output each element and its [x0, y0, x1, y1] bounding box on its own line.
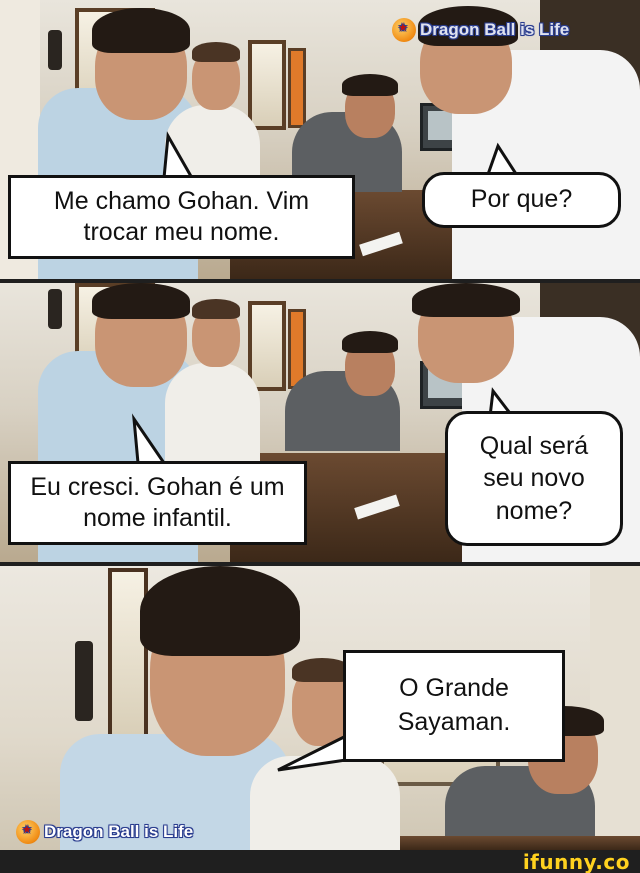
watermark: Dragon Ball is Life — [392, 18, 569, 42]
seated-man-hair — [342, 331, 398, 353]
speech-bubble: Me chamo Gohan. Vim trocar meu nome. — [8, 175, 355, 259]
speech-bubble: Eu cresci. Gohan é um nome infantil. — [8, 461, 307, 545]
wall-lamp — [75, 641, 93, 721]
young-man-hair — [192, 42, 240, 62]
orange-window-pane — [288, 48, 306, 128]
speech-text: O Grande Sayaman. — [397, 674, 511, 736]
comic-panel-2: Eu cresci. Gohan é um nome infantil. Qua… — [0, 283, 640, 562]
dragon-ball-icon — [392, 18, 416, 42]
speech-bubble: Por que? — [422, 172, 621, 228]
watermark: Dragon Ball is Life — [16, 820, 193, 844]
speech-bubble-tail — [277, 733, 348, 772]
gohan-hair — [92, 283, 190, 319]
window — [248, 40, 286, 130]
watermark-text: Dragon Ball is Life — [420, 20, 570, 39]
young-man-hair — [192, 299, 240, 319]
dragon-ball-icon — [16, 820, 40, 844]
speech-bubble: Qual será seu novo nome? — [445, 411, 623, 546]
speech-text: Eu cresci. Gohan é um nome infantil. — [30, 472, 285, 532]
wall-lamp — [48, 30, 62, 70]
young-man-shirt — [165, 363, 260, 463]
clerk-hair — [412, 283, 520, 317]
window — [248, 301, 286, 391]
speech-text: Me chamo Gohan. Vim trocar meu nome. — [53, 186, 310, 246]
speech-bubble-tail — [131, 413, 167, 465]
counter — [400, 836, 640, 850]
gohan-hair — [140, 566, 300, 656]
speech-text: Por que? — [470, 185, 573, 214]
wall-lamp — [48, 289, 62, 329]
speech-bubble: O Grande Sayaman. — [343, 650, 565, 762]
speech-text: Qual será seu novo nome? — [479, 431, 589, 525]
gohan-hair — [92, 8, 190, 53]
speech-bubble-tail — [162, 131, 195, 180]
watermark-text: Dragon Ball is Life — [44, 822, 194, 841]
footer-bar: ifunny.co — [0, 850, 640, 873]
comic-panel-3: O Grande Sayaman. Dragon Ball is Life — [0, 566, 640, 850]
seated-man-hair — [342, 74, 398, 96]
wall — [590, 566, 640, 850]
comic-panel-1: Dragon Ball is Life Me chamo Gohan. Vim … — [0, 0, 640, 279]
ifunny-logo[interactable]: ifunny.co — [523, 850, 630, 873]
window — [108, 568, 148, 738]
